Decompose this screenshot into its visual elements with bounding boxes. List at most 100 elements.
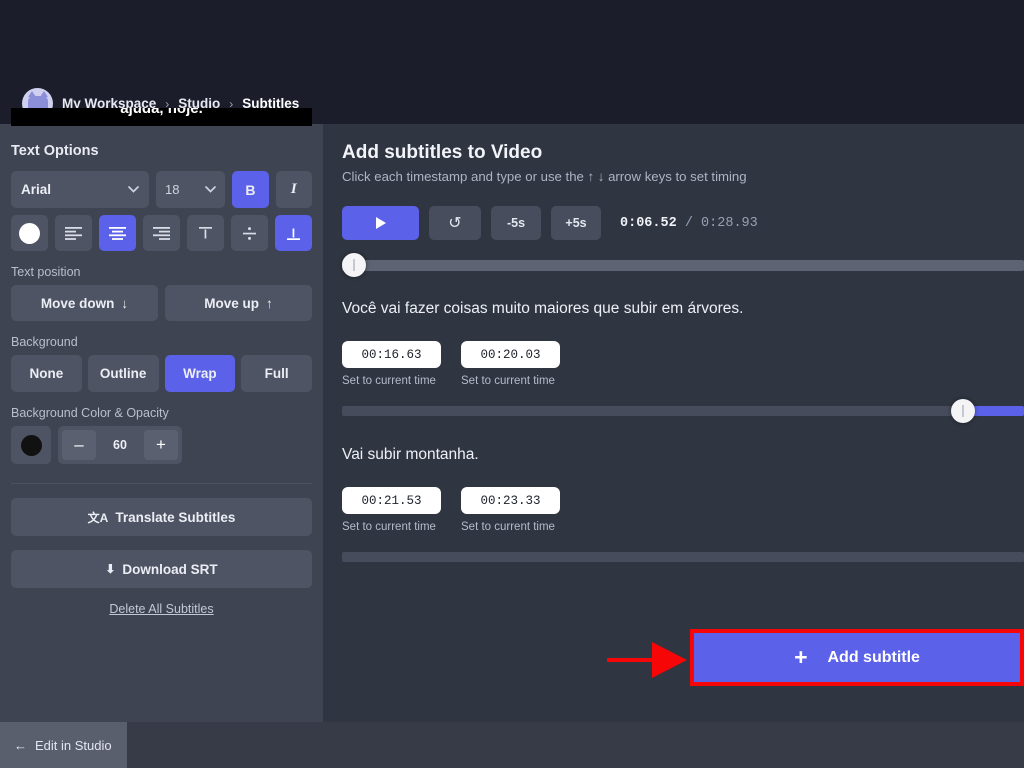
current-time: 0:06.52 — [620, 215, 677, 231]
text-position-row: Move down ↓ Move up ↑ — [11, 285, 312, 321]
scrubber-handle[interactable] — [342, 253, 366, 277]
background-option-wrap[interactable]: Wrap — [164, 355, 236, 392]
vertical-align-top-button[interactable] — [187, 215, 224, 251]
annotation-arrow-icon — [607, 642, 687, 678]
timestamp-row: 00:16.63 Set to current time 00:20.03 Se… — [342, 341, 1024, 387]
vertical-align-middle-button[interactable] — [231, 215, 268, 251]
add-subtitle-button[interactable]: + Add subtitle — [694, 633, 1020, 682]
page-subtitle: Click each timestamp and type or use the… — [342, 169, 747, 184]
font-family-select[interactable]: Arial — [11, 171, 150, 208]
video-scrubber[interactable] — [342, 253, 1024, 277]
background-color-swatch-icon — [20, 434, 42, 456]
text-color-swatch-icon — [19, 222, 40, 244]
background-option-outline[interactable]: Outline — [87, 355, 159, 392]
italic-button[interactable]: I — [275, 171, 312, 208]
move-up-button[interactable]: Move up ↑ — [165, 285, 312, 321]
subtitle-range-slider[interactable] — [342, 399, 1024, 423]
end-set-current-time[interactable]: Set to current time — [461, 521, 560, 533]
subtitle-text[interactable]: Vai subir montanha. — [342, 446, 1024, 464]
range-track[interactable] — [342, 406, 1024, 416]
chevron-down-icon — [205, 184, 217, 196]
edit-in-studio-label: Edit in Studio — [35, 737, 112, 753]
sidebar-divider — [11, 483, 312, 484]
scrubber-track[interactable] — [342, 260, 1024, 271]
alignment-row — [11, 215, 312, 251]
background-color-opacity-label: Background Color & Opacity — [11, 406, 169, 420]
download-srt-button[interactable]: ⬇ Download SRT — [11, 550, 312, 588]
opacity-stepper: – 60 + — [58, 426, 182, 464]
subtitle-entry: Você vai fazer coisas muito maiores que … — [342, 300, 1024, 423]
player-controls: ↺ -5s +5s 0:06.52 / 0:28.93 — [342, 206, 1024, 240]
align-center-icon — [109, 226, 126, 240]
vertical-align-top-icon — [199, 226, 212, 238]
align-left-icon — [65, 226, 82, 240]
restart-button[interactable]: ↺ — [429, 206, 481, 240]
text-options-sidebar: ajuda, hoje. Text Options Arial 18 B I T… — [0, 108, 323, 722]
background-options-row: None Outline Wrap Full — [11, 355, 312, 392]
chevron-down-icon — [128, 184, 139, 196]
background-color-opacity-row: – 60 + — [11, 426, 312, 464]
time-display: 0:06.52 / 0:28.93 — [620, 216, 758, 231]
start-set-current-time[interactable]: Set to current time — [342, 521, 441, 533]
add-subtitle-highlight-box: + Add subtitle — [690, 629, 1024, 686]
translate-icon: 文A — [87, 510, 109, 525]
vertical-align-bottom-icon — [287, 228, 300, 240]
page-title: Add subtitles to Video — [342, 142, 543, 163]
forward-5s-button[interactable]: +5s — [551, 206, 601, 240]
background-option-none[interactable]: None — [11, 355, 82, 392]
arrow-up-icon: ↑ — [266, 295, 273, 311]
end-timestamp-input[interactable]: 00:20.03 — [461, 341, 560, 368]
start-timestamp-input[interactable]: 00:16.63 — [342, 341, 441, 368]
move-down-label: Move down — [40, 295, 115, 311]
start-set-current-time[interactable]: Set to current time — [342, 375, 441, 387]
translate-subtitles-label: Translate Subtitles — [115, 509, 236, 525]
end-time-group: 00:20.03 Set to current time — [461, 341, 560, 387]
page-header: My Workspace › Studio › Subtitles — [0, 0, 1024, 124]
font-size-value: 18 — [165, 182, 180, 197]
time-separator: / — [684, 215, 693, 231]
align-center-button[interactable] — [99, 215, 136, 251]
subtitle-entry: Vai subir montanha. 00:21.53 Set to curr… — [342, 446, 1024, 569]
subtitle-text[interactable]: Você vai fazer coisas muito maiores que … — [342, 300, 1024, 318]
background-option-full[interactable]: Full — [241, 355, 312, 392]
range-handle[interactable] — [951, 399, 975, 423]
text-color-swatch-button[interactable] — [11, 215, 48, 251]
text-options-heading: Text Options — [11, 143, 99, 159]
delete-all-subtitles-link[interactable]: Delete All Subtitles — [11, 602, 312, 616]
background-label: Background — [11, 335, 78, 349]
align-left-button[interactable] — [55, 215, 92, 251]
play-button[interactable] — [342, 206, 419, 240]
arrow-down-icon: ↓ — [121, 295, 129, 311]
download-icon: ⬇ — [105, 562, 116, 576]
add-subtitle-label: Add subtitle — [827, 648, 920, 666]
download-srt-label: Download SRT — [122, 561, 218, 577]
start-timestamp-input[interactable]: 00:21.53 — [342, 487, 441, 514]
opacity-decrease-button[interactable]: – — [62, 430, 96, 460]
move-up-label: Move up — [204, 295, 259, 311]
font-family-value: Arial — [21, 182, 52, 197]
opacity-increase-button[interactable]: + — [144, 430, 178, 460]
total-time: 0:28.93 — [701, 215, 758, 231]
align-right-icon — [153, 226, 170, 240]
timestamp-row: 00:21.53 Set to current time 00:23.33 Se… — [342, 487, 1024, 533]
end-time-group: 00:23.33 Set to current time — [461, 487, 560, 533]
video-preview-caption: ajuda, hoje. — [11, 108, 312, 126]
end-timestamp-input[interactable]: 00:23.33 — [461, 487, 560, 514]
rewind-5s-button[interactable]: -5s — [491, 206, 541, 240]
start-time-group: 00:21.53 Set to current time — [342, 487, 441, 533]
start-time-group: 00:16.63 Set to current time — [342, 341, 441, 387]
translate-subtitles-button[interactable]: 文A Translate Subtitles — [11, 498, 312, 536]
align-right-button[interactable] — [143, 215, 180, 251]
range-track[interactable] — [342, 552, 1024, 562]
subtitle-range-slider[interactable] — [342, 545, 1024, 569]
move-down-button[interactable]: Move down ↓ — [11, 285, 158, 321]
play-icon — [375, 217, 386, 229]
text-position-label: Text position — [11, 265, 81, 279]
background-color-swatch-button[interactable] — [11, 426, 51, 464]
vertical-align-bottom-button[interactable] — [275, 215, 312, 251]
arrow-left-icon: ← — [14, 737, 27, 753]
bold-button[interactable]: B — [232, 171, 269, 208]
edit-in-studio-button[interactable]: ← Edit in Studio — [0, 722, 127, 768]
font-size-select[interactable]: 18 — [156, 171, 226, 208]
end-set-current-time[interactable]: Set to current time — [461, 375, 560, 387]
